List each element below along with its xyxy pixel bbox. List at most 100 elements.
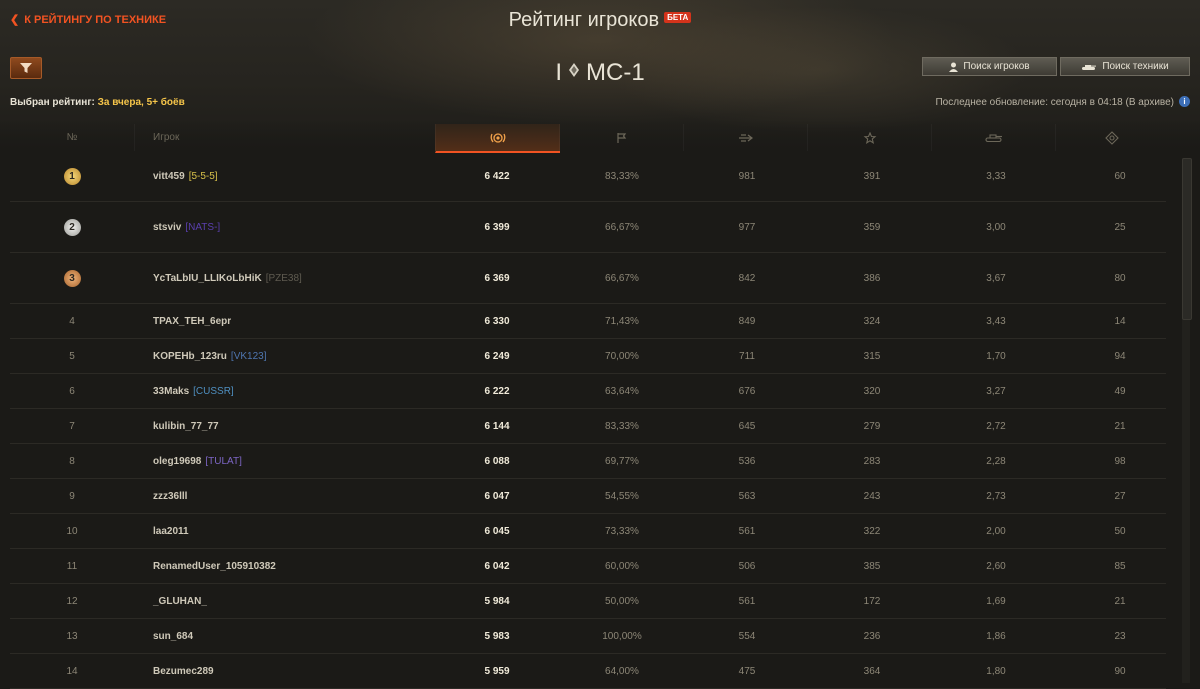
table-row[interactable]: 5 KOPEHb_123ru [VK123] 6 249 70,00% 711 3… (10, 339, 1166, 374)
xp-cell: 385 (863, 560, 881, 572)
damage-cell: 849 (738, 315, 756, 327)
player-name[interactable]: sun_684 (153, 631, 193, 642)
player-cell: KOPEHb_123ru [VK123] (153, 339, 433, 373)
column-xp[interactable] (807, 124, 932, 151)
player-name[interactable]: Bezumec289 (153, 666, 214, 677)
spotting-cell: 49 (1114, 385, 1126, 397)
column-player[interactable]: Игрок (134, 124, 435, 151)
scrollbar-thumb[interactable] (1182, 158, 1192, 320)
rank-cell: 14 (66, 665, 78, 677)
table-row[interactable]: 8 oleg19698 [TULAT] 6 088 69,77% 536 283 … (10, 444, 1166, 479)
spotting-cell: 21 (1114, 420, 1126, 432)
wins-cell: 73,33% (605, 525, 639, 537)
damage-cell: 981 (738, 170, 756, 182)
column-wins[interactable] (559, 124, 684, 151)
player-name[interactable]: KOPEHb_123ru (153, 351, 227, 362)
table-row[interactable]: 9 zzz36lll 6 047 54,55% 563 243 2,73 27 (10, 479, 1166, 514)
page-title: Рейтинг игроков БЕТА (0, 9, 1200, 32)
rating-cell: 6 222 (484, 385, 510, 397)
light-tank-class-icon (568, 57, 580, 85)
player-name[interactable]: laa2011 (153, 526, 189, 537)
rating-cell: 5 983 (484, 630, 510, 642)
wins-cell: 83,33% (605, 170, 639, 182)
column-damage[interactable] (683, 124, 808, 151)
frags-cell: 1,69 (986, 595, 1006, 607)
wins-cell: 70,00% (605, 350, 639, 362)
frags-cell: 2,60 (986, 560, 1006, 572)
table-row[interactable]: 2 stsviv [NATS-] 6 399 66,67% 977 359 3,0… (10, 202, 1166, 253)
search-players-label: Поиск игроков (963, 61, 1030, 72)
xp-cell: 172 (863, 595, 881, 607)
rating-laurel-icon (490, 132, 506, 143)
rank-cell: 5 (69, 350, 75, 362)
table-row[interactable]: 12 _GLUHAN_ 5 984 50,00% 561 172 1,69 21 (10, 584, 1166, 619)
clan-tag[interactable]: [5-5-5] (189, 171, 218, 182)
player-name[interactable]: TPAX_TEH_6epr (153, 316, 231, 327)
column-spotting[interactable] (1055, 124, 1167, 151)
table-row[interactable]: 11 RenamedUser_105910382 6 042 60,00% 50… (10, 549, 1166, 584)
table-row[interactable]: 10 laa2011 6 045 73,33% 561 322 2,00 50 (10, 514, 1166, 549)
flag-icon (617, 132, 627, 143)
frags-cell: 3,33 (986, 170, 1006, 182)
tank-frags-icon (985, 133, 1002, 142)
frags-cell: 2,73 (986, 490, 1006, 502)
rating-cell: 5 959 (484, 665, 510, 677)
wins-cell: 60,00% (605, 560, 639, 572)
rating-cell: 6 330 (484, 315, 510, 327)
player-name[interactable]: _GLUHAN_ (153, 596, 207, 607)
wins-cell: 64,00% (605, 665, 639, 677)
player-name[interactable]: RenamedUser_105910382 (153, 561, 276, 572)
wins-cell: 66,67% (605, 272, 639, 284)
player-name[interactable]: YcTaLbIU_LLIKoLbHiK (153, 273, 262, 284)
player-cell: RenamedUser_105910382 (153, 549, 433, 583)
clan-tag[interactable]: [TULAT] (205, 456, 241, 467)
table-row[interactable]: 13 sun_684 5 983 100,00% 554 236 1,86 23 (10, 619, 1166, 654)
table-row[interactable]: 3 YcTaLbIU_LLIKoLbHiK [PZE38] 6 369 66,67… (10, 253, 1166, 304)
table-row[interactable]: 4 TPAX_TEH_6epr 6 330 71,43% 849 324 3,4… (10, 304, 1166, 339)
clan-tag[interactable]: [PZE38] (266, 273, 302, 284)
rating-cell: 6 045 (484, 525, 510, 537)
beta-badge: БЕТА (664, 12, 692, 23)
player-name[interactable]: 33Maks (153, 386, 189, 397)
rating-cell: 6 047 (484, 490, 510, 502)
rank-number: 1 (69, 170, 75, 182)
rank-cell: 3 (10, 253, 134, 303)
player-name[interactable]: stsviv (153, 222, 181, 233)
player-name[interactable]: zzz36lll (153, 491, 187, 502)
info-icon[interactable]: i (1179, 96, 1190, 107)
search-players-button[interactable]: Поиск игроков (922, 57, 1057, 76)
rank-cell: 10 (66, 525, 78, 537)
table-row[interactable]: 1 vitt459 [5-5-5] 6 422 83,33% 981 391 3,… (10, 151, 1166, 202)
table-row[interactable]: 6 33Maks [CUSSR] 6 222 63,64% 676 320 3,2… (10, 374, 1166, 409)
column-frags[interactable] (931, 124, 1056, 151)
selected-rating-value[interactable]: За вчера, 5+ боёв (98, 97, 185, 108)
damage-cell: 645 (738, 420, 756, 432)
selected-rating-label: Выбран рейтинг: (10, 97, 95, 108)
search-vehicles-button[interactable]: Поиск техники (1060, 57, 1190, 76)
column-rating[interactable] (435, 124, 560, 153)
clan-tag[interactable]: [VK123] (231, 351, 267, 362)
wins-cell: 50,00% (605, 595, 639, 607)
xp-cell: 236 (863, 630, 881, 642)
rank-cell: 2 (10, 202, 134, 252)
table-row[interactable]: 14 Bezumec289 5 959 64,00% 475 364 1,80 … (10, 654, 1166, 689)
column-rank[interactable]: № (10, 124, 134, 151)
damage-cell: 561 (738, 595, 756, 607)
player-name[interactable]: oleg19698 (153, 456, 201, 467)
bronze-medal-icon: 3 (63, 269, 81, 287)
damage-cell: 536 (738, 455, 756, 467)
xp-cell: 391 (863, 170, 881, 182)
player-name[interactable]: kulibin_77_77 (153, 421, 219, 432)
clan-tag[interactable]: [NATS-] (185, 222, 220, 233)
wins-cell: 66,67% (605, 221, 639, 233)
player-name[interactable]: vitt459 (153, 171, 185, 182)
spotting-cell: 14 (1114, 315, 1126, 327)
player-cell: stsviv [NATS-] (153, 202, 433, 252)
rank-cell: 11 (66, 560, 78, 572)
table-row[interactable]: 7 kulibin_77_77 6 144 83,33% 645 279 2,7… (10, 409, 1166, 444)
xp-cell: 322 (863, 525, 881, 537)
spotting-cell: 85 (1114, 560, 1126, 572)
player-cell: Bezumec289 (153, 654, 433, 688)
frags-cell: 3,00 (986, 221, 1006, 233)
clan-tag[interactable]: [CUSSR] (193, 386, 234, 397)
